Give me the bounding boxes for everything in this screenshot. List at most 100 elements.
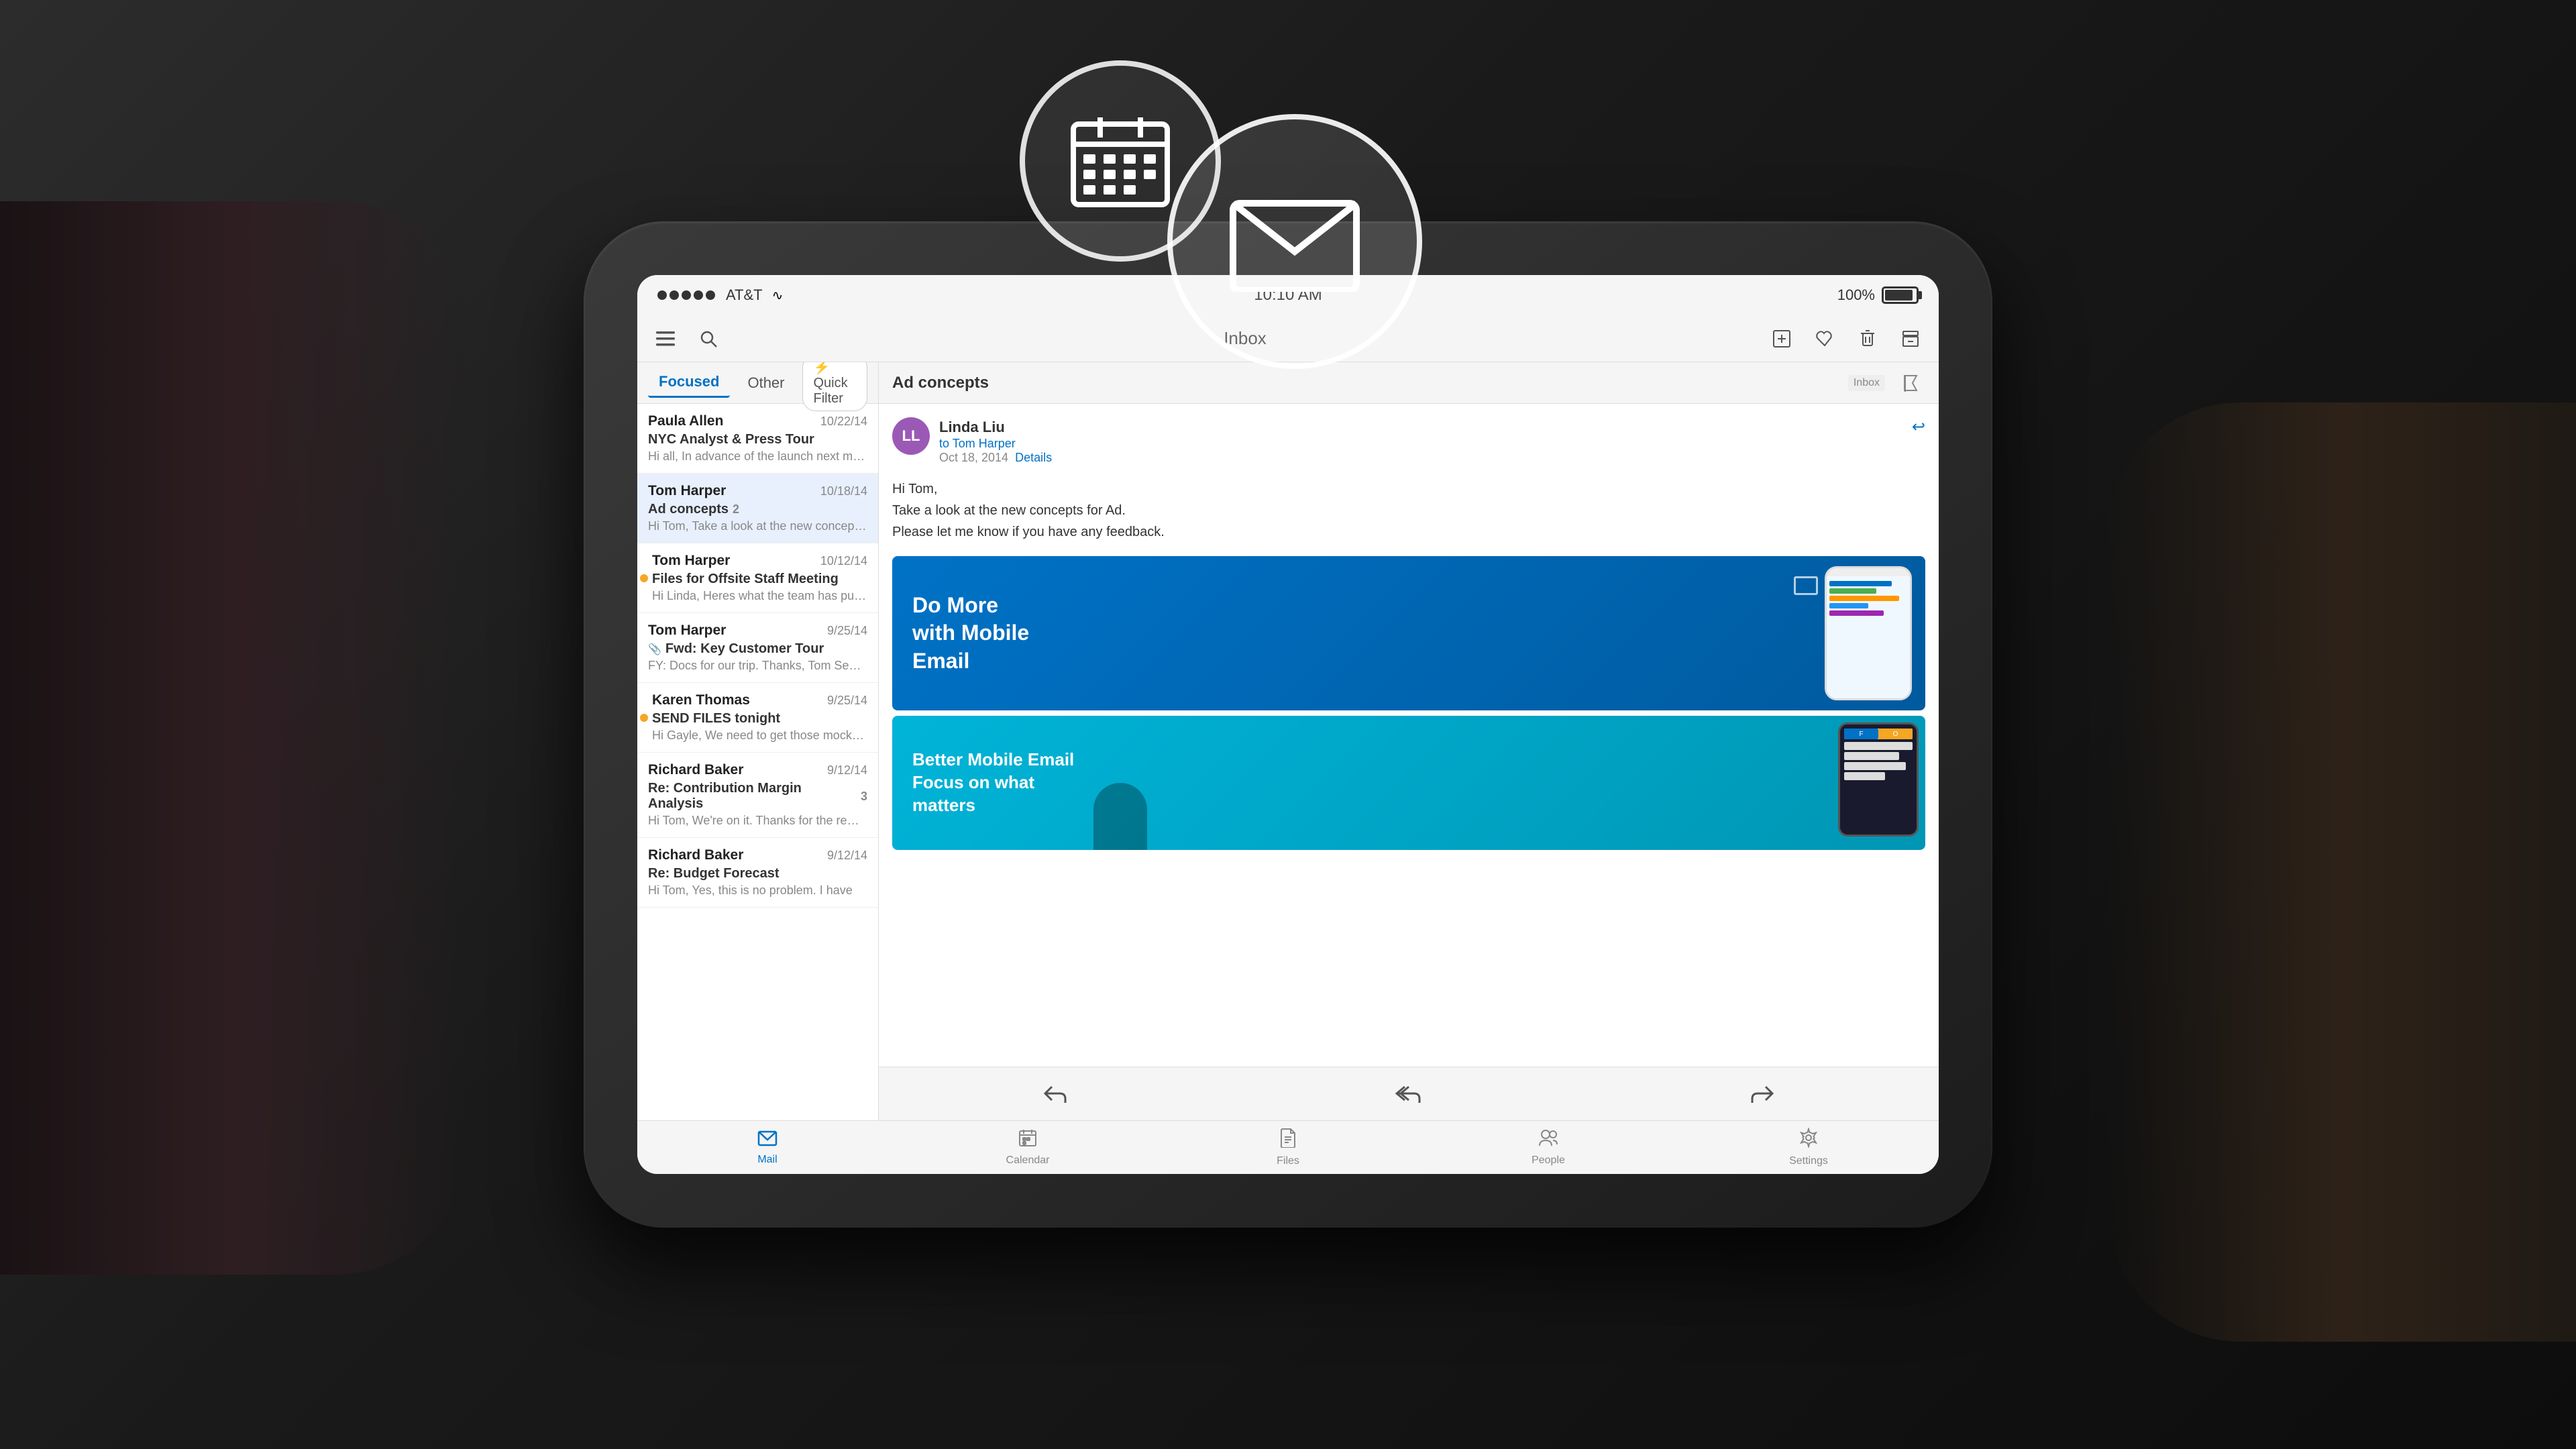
- email-date: 9/25/14: [827, 694, 867, 708]
- mail-svg-icon: [1228, 191, 1362, 292]
- tabs-row: Focused Other ⚡ Quick Filter: [637, 362, 878, 404]
- reply-all-button[interactable]: [1354, 1084, 1464, 1104]
- sender-info: Linda Liu ↩ to Tom Harper Oct 18, 2014 D…: [939, 417, 1925, 465]
- email-sender: Paula Allen: [648, 413, 723, 429]
- email-item-header: Tom Harper 9/25/14: [648, 623, 867, 639]
- email-date: 10/18/14: [820, 484, 867, 498]
- email-item[interactable]: Tom Harper 10/18/14 Ad concepts 2 Hi Tom…: [637, 474, 878, 543]
- mail-nav-icon: [757, 1130, 777, 1151]
- signal-dot-5: [706, 290, 715, 300]
- email-item-header: Tom Harper 10/12/14: [652, 553, 867, 569]
- reply-button[interactable]: ↩: [1912, 417, 1925, 437]
- detail-header: Ad concepts Inbox: [879, 362, 1939, 404]
- email-preview: FY: Docs for our trip. Thanks, Tom Sent …: [648, 659, 867, 673]
- email-subject: SEND FILES tonight: [652, 711, 867, 727]
- favorite-button[interactable]: [1810, 324, 1839, 354]
- mini-tab-other: O: [1878, 729, 1913, 739]
- detail-content: LL Linda Liu ↩ to Tom Harper: [879, 404, 1939, 1067]
- sender-name: Linda Liu: [939, 419, 1005, 436]
- email-item[interactable]: Richard Baker 9/12/14 Re: Budget Forecas…: [637, 838, 878, 908]
- phone-screen-mini: [1827, 576, 1910, 698]
- signal-dot-3: [682, 290, 691, 300]
- people-nav-icon: [1538, 1128, 1558, 1152]
- battery-percent: 100%: [1837, 286, 1875, 304]
- email-sender: Richard Baker: [648, 762, 743, 778]
- hand-right-decoration: [2106, 402, 2576, 1342]
- phone-body-1: [1825, 566, 1912, 700]
- phone-body-2: F O: [1838, 722, 1919, 837]
- greeting: Hi Tom,: [892, 478, 1925, 500]
- date-line: Oct 18, 2014 Details: [939, 451, 1925, 465]
- detail-subject-title: Ad concepts: [892, 374, 989, 392]
- archive-button[interactable]: [1896, 324, 1925, 354]
- battery-fill: [1885, 290, 1913, 301]
- nav-item-people[interactable]: People: [1418, 1121, 1678, 1174]
- email-list-panel: Focused Other ⚡ Quick Filter: [637, 362, 879, 1120]
- mini-bar: [1829, 581, 1892, 586]
- email-preview: Hi Tom, Take a look at the new concepts …: [648, 519, 867, 533]
- main-area: Focused Other ⚡ Quick Filter: [637, 362, 1939, 1120]
- email-subject: 📎 Fwd: Key Customer Tour: [648, 641, 867, 657]
- sender-name-row: Linda Liu ↩: [939, 417, 1925, 437]
- ad-text-2: Better Mobile Email Focus on what matter…: [912, 749, 1087, 816]
- mini-bar: [1829, 588, 1876, 594]
- email-detail-panel: Ad concepts Inbox: [879, 362, 1939, 1120]
- body-line-2: Please let me know if you have any feedb…: [892, 521, 1925, 543]
- email-item[interactable]: Paula Allen 10/22/14 NYC Analyst & Press…: [637, 404, 878, 474]
- carrier-label: AT&T: [726, 286, 763, 304]
- calendar-nav-icon: [1018, 1128, 1037, 1152]
- sender-avatar: LL: [892, 417, 930, 455]
- count-badge: 3: [861, 790, 867, 804]
- person-silhouette: [1093, 783, 1147, 850]
- battery-icon: [1882, 286, 1919, 304]
- nav-item-calendar[interactable]: Calendar: [898, 1121, 1158, 1174]
- email-sender: Tom Harper: [652, 553, 730, 569]
- email-item-header: Karen Thomas 9/25/14: [652, 692, 867, 708]
- trash-button[interactable]: [1853, 324, 1882, 354]
- mini-bar: [1829, 596, 1899, 601]
- menu-button[interactable]: [651, 324, 680, 354]
- email-preview: Hi Linda, Heres what the team has pulled…: [652, 589, 867, 603]
- details-link[interactable]: Details: [1015, 451, 1052, 464]
- action-bar: [879, 1067, 1939, 1120]
- small-mail-icon: [1794, 576, 1818, 595]
- email-preview: Hi Tom, Yes, this is no problem. I have: [648, 883, 867, 898]
- reply-button[interactable]: [1002, 1084, 1107, 1104]
- email-item[interactable]: Tom Harper 9/25/14 📎 Fwd: Key Customer T…: [637, 613, 878, 683]
- attachment-icon: 📎: [648, 643, 661, 656]
- tablet-screen: AT&T ∿ 10:10 AM 100%: [637, 275, 1939, 1174]
- mini-bar: [1829, 610, 1884, 616]
- signal-dot-1: [657, 290, 667, 300]
- signal-dot-2: [669, 290, 679, 300]
- nav-label-mail: Mail: [757, 1154, 777, 1166]
- email-item-header: Richard Baker 9/12/14: [648, 762, 867, 778]
- email-subject: Re: Contribution Margin Analysis 3: [648, 781, 867, 812]
- sender-row: LL Linda Liu ↩ to Tom Harper: [892, 417, 1925, 465]
- bottom-navigation: Mail Calendar Files: [637, 1120, 1939, 1174]
- tab-focused[interactable]: Focused: [648, 368, 730, 398]
- forward-button[interactable]: [1711, 1084, 1815, 1104]
- email-item[interactable]: Richard Baker 9/12/14 Re: Contribution M…: [637, 753, 878, 838]
- nav-item-mail[interactable]: Mail: [637, 1121, 898, 1174]
- email-subject: NYC Analyst & Press Tour: [648, 432, 867, 447]
- search-button[interactable]: [694, 324, 723, 354]
- email-date: 9/12/14: [827, 763, 867, 777]
- nav-item-files[interactable]: Files: [1158, 1121, 1418, 1174]
- mini-email-line: [1844, 772, 1885, 780]
- ad-text-1: Do More with Mobile Email: [912, 592, 1046, 676]
- hand-left-decoration: [0, 201, 470, 1275]
- compose-button[interactable]: [1767, 324, 1796, 354]
- email-date: 10/22/14: [820, 415, 867, 429]
- flag-button[interactable]: [1896, 368, 1925, 398]
- email-item[interactable]: Karen Thomas 9/25/14 SEND FILES tonight …: [637, 683, 878, 753]
- nav-item-settings[interactable]: Settings: [1678, 1121, 1939, 1174]
- unread-dot-indicator: [640, 574, 648, 582]
- body-line-1: Take a look at the new concepts for Ad.: [892, 500, 1925, 521]
- tab-other[interactable]: Other: [737, 369, 795, 397]
- email-subject: Files for Offsite Staff Meeting: [652, 572, 867, 587]
- mini-bar: [1829, 603, 1868, 608]
- email-date: 9/12/14: [827, 849, 867, 863]
- email-item[interactable]: Tom Harper 10/12/14 Files for Offsite St…: [637, 543, 878, 613]
- phone-graphic-2: F O: [1838, 722, 1919, 837]
- nav-label-files: Files: [1277, 1155, 1299, 1167]
